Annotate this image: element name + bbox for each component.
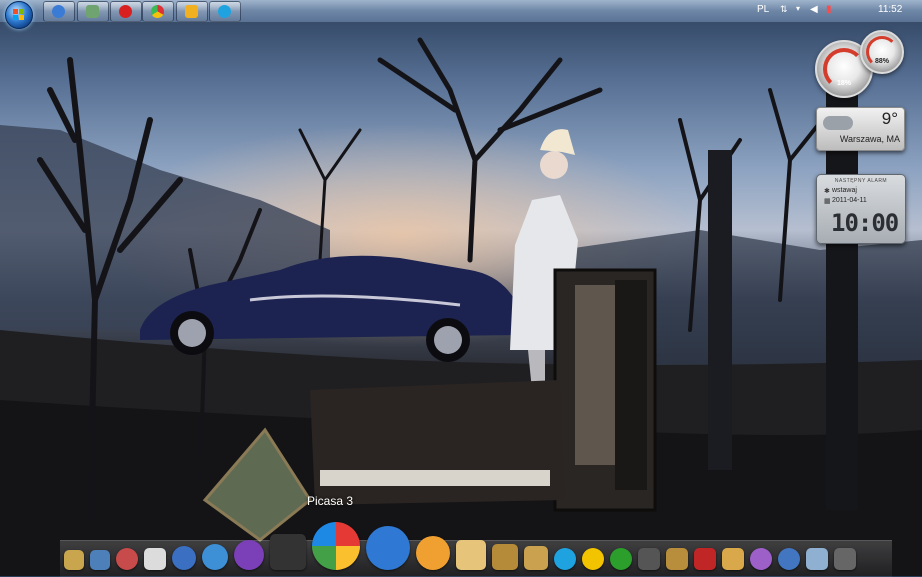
taskbar-opera-button[interactable] bbox=[110, 1, 142, 22]
winamp-icon bbox=[52, 5, 65, 18]
picasa-icon[interactable] bbox=[312, 522, 360, 570]
weather-location: Warszawa, MA bbox=[839, 134, 900, 144]
memory-gauge: 88% bbox=[860, 30, 904, 74]
memory-usage-value: 88% bbox=[874, 58, 889, 65]
skype-icon bbox=[218, 5, 231, 18]
taskbar-chrome-button[interactable] bbox=[142, 1, 174, 22]
start-button[interactable] bbox=[5, 1, 33, 29]
skype-icon[interactable] bbox=[554, 548, 576, 570]
language-indicator[interactable]: PL bbox=[757, 4, 769, 15]
taskbar-notes-button[interactable] bbox=[176, 1, 208, 22]
safari-icon[interactable] bbox=[202, 544, 228, 570]
alarm-clock-gadget[interactable]: NASTĘPNY ALARM ✱ wstawaj ▦ 2011-04-11 10… bbox=[816, 174, 906, 244]
alarm-time: 10:00 bbox=[831, 209, 899, 237]
pen-icon[interactable] bbox=[666, 548, 688, 570]
chrome-icon bbox=[151, 5, 164, 18]
volume-icon[interactable]: ◀ bbox=[810, 4, 818, 15]
opera-icon bbox=[119, 5, 132, 18]
clock[interactable]: 11:52 bbox=[878, 4, 902, 15]
alarm-header: NASTĘPNY ALARM bbox=[834, 178, 888, 184]
eye-icon[interactable] bbox=[750, 548, 772, 570]
windows-logo-icon bbox=[13, 9, 25, 21]
folder-windows-icon bbox=[86, 5, 99, 18]
globe-icon[interactable] bbox=[172, 546, 196, 570]
taskbar-explorer-button[interactable] bbox=[77, 1, 109, 22]
taskbar-skype-button[interactable] bbox=[209, 1, 241, 22]
system-tray: PL ⇅ ▾ ◀ ▮ 11:52 bbox=[742, 0, 922, 22]
office-icon[interactable] bbox=[722, 548, 744, 570]
computer-icon[interactable] bbox=[90, 550, 110, 570]
notepad-icon[interactable] bbox=[456, 540, 486, 570]
user-folder-icon[interactable] bbox=[64, 550, 84, 570]
film-reel-icon[interactable] bbox=[270, 534, 306, 570]
lips-icon[interactable] bbox=[694, 548, 716, 570]
desktop-wallpaper bbox=[0, 37, 922, 576]
photo-icon[interactable] bbox=[524, 546, 548, 570]
calendar-icon: ▦ bbox=[824, 198, 831, 205]
palette-icon[interactable] bbox=[416, 536, 450, 570]
network-icon[interactable] bbox=[778, 548, 800, 570]
alarm-name: wstawaj bbox=[832, 187, 857, 194]
tray-icon[interactable] bbox=[834, 548, 856, 570]
folder-icon[interactable] bbox=[492, 544, 518, 570]
taskbar-winamp-button[interactable] bbox=[43, 1, 75, 22]
taskbar: PL ⇅ ▾ ◀ ▮ 11:52 bbox=[0, 0, 922, 29]
network-icon[interactable]: ▮ bbox=[826, 4, 832, 15]
utorrent-icon[interactable] bbox=[610, 548, 632, 570]
dock-tooltip: Picasa 3 bbox=[307, 494, 354, 508]
trash-icon[interactable] bbox=[806, 548, 828, 570]
weather-temperature: 9° bbox=[881, 109, 898, 128]
imvu-icon[interactable] bbox=[234, 540, 264, 570]
alarm-date: 2011-04-11 bbox=[832, 197, 867, 204]
chevron-down-icon[interactable]: ▾ bbox=[796, 4, 800, 13]
sticky-note-icon bbox=[185, 5, 198, 18]
show-hidden-icons-icon[interactable]: ⇅ bbox=[780, 4, 788, 15]
cpu-usage-value: 18% bbox=[836, 80, 851, 87]
paint-palette-icon[interactable] bbox=[116, 548, 138, 570]
weather-gadget[interactable]: 9° Warszawa, MA bbox=[816, 107, 905, 151]
lightning-icon[interactable] bbox=[366, 526, 410, 570]
bell-icon: ✱ bbox=[824, 188, 830, 195]
document-icon[interactable] bbox=[144, 548, 166, 570]
cloud-icon bbox=[823, 116, 853, 130]
clapboard-icon[interactable] bbox=[638, 548, 660, 570]
smiley-icon[interactable] bbox=[582, 548, 604, 570]
